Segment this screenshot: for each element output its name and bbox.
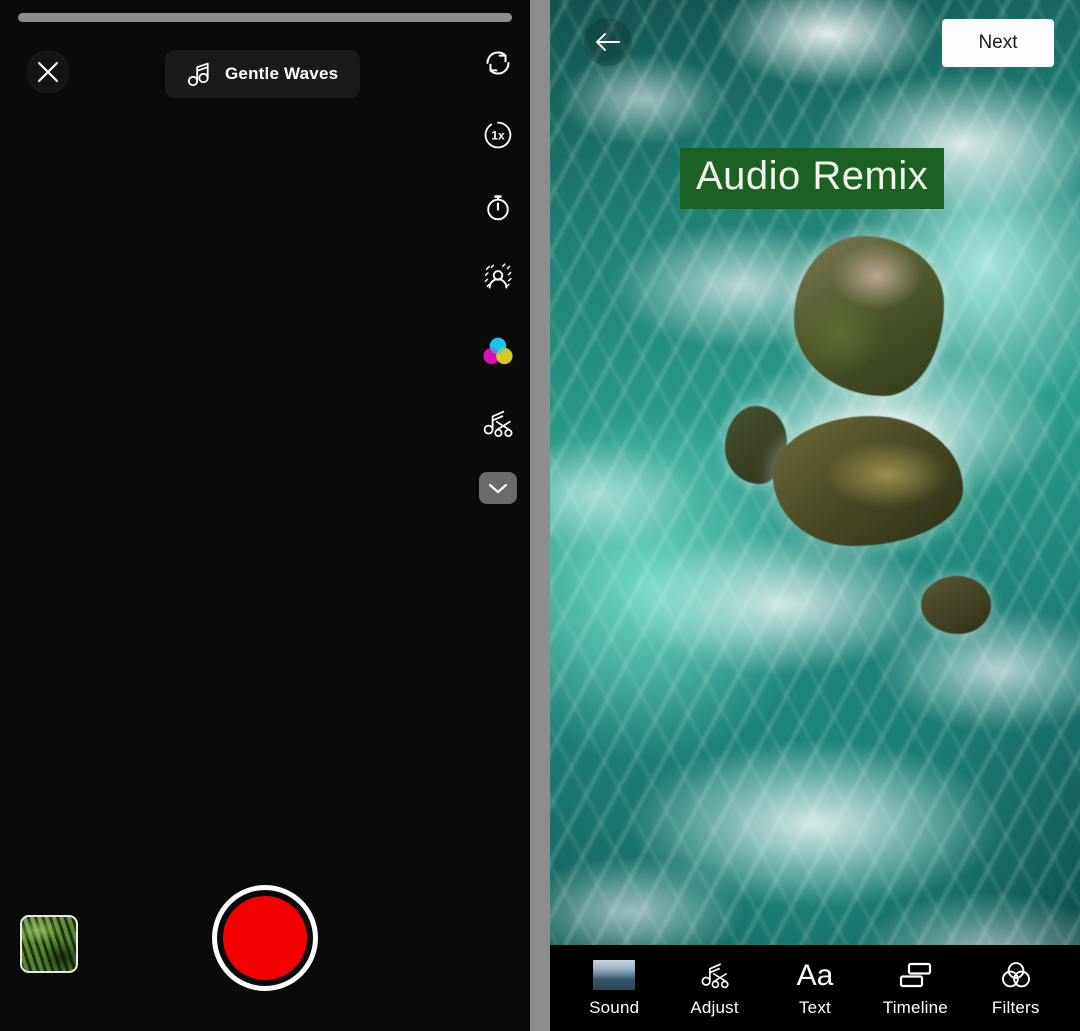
- timer-button[interactable]: [475, 184, 521, 230]
- sound-thumbnail-icon: [593, 958, 636, 992]
- collapse-tools-button[interactable]: [479, 472, 517, 504]
- text-aa-icon: Aa: [792, 958, 838, 992]
- color-filters-button[interactable]: [475, 328, 521, 374]
- panel-divider: [530, 0, 550, 1031]
- tab-filters[interactable]: Filters: [968, 958, 1064, 1018]
- back-button[interactable]: [584, 18, 632, 66]
- camera-recorder-panel: Gentle Waves 1x: [0, 0, 530, 1031]
- tab-sound[interactable]: Sound: [566, 958, 662, 1018]
- tab-sound-label: Sound: [589, 998, 640, 1017]
- record-button-inner: [223, 896, 307, 980]
- record-button[interactable]: [212, 885, 318, 991]
- beautify-icon: [481, 262, 515, 296]
- close-icon: [33, 57, 63, 87]
- color-filters-icon: [481, 335, 515, 367]
- flip-camera-icon: [481, 46, 515, 80]
- close-button[interactable]: [26, 50, 70, 94]
- tab-timeline[interactable]: Timeline: [867, 958, 963, 1018]
- music-note-icon: [187, 61, 211, 87]
- camera-tool-rail: 1x: [466, 40, 530, 504]
- music-track-pill[interactable]: Gentle Waves: [165, 50, 361, 98]
- beautify-button[interactable]: [475, 256, 521, 302]
- tab-timeline-label: Timeline: [882, 998, 948, 1017]
- svg-text:Aa: Aa: [797, 959, 834, 991]
- speed-button[interactable]: 1x: [475, 112, 521, 158]
- speed-icon: 1x: [481, 118, 515, 152]
- tab-text[interactable]: Aa Text: [767, 958, 863, 1018]
- flip-camera-button[interactable]: [475, 40, 521, 86]
- svg-text:1x: 1x: [491, 129, 505, 143]
- chevron-down-icon: [487, 481, 509, 495]
- arrow-left-icon: [592, 29, 624, 55]
- tab-adjust-label: Adjust: [690, 998, 739, 1017]
- app-root: Gentle Waves 1x Next Audio Remix Sound A…: [0, 0, 1080, 1031]
- video-editor-panel: Next Audio Remix Sound Adjust Aa Text Ti…: [550, 0, 1080, 1031]
- music-track-title: Gentle Waves: [225, 64, 339, 83]
- audio-trim-icon: [481, 406, 515, 440]
- filters-circles-icon: [999, 958, 1033, 992]
- video-frame-rock: [921, 576, 991, 635]
- tab-filters-label: Filters: [991, 998, 1040, 1017]
- timer-icon: [481, 190, 515, 224]
- video-preview[interactable]: Next Audio Remix: [550, 0, 1080, 945]
- gallery-thumbnail-button[interactable]: [20, 915, 78, 973]
- recording-progress-bar[interactable]: [18, 13, 512, 22]
- trim-audio-button[interactable]: [475, 400, 521, 446]
- timeline-bars-icon: [897, 958, 933, 992]
- next-button[interactable]: Next: [942, 19, 1054, 67]
- editor-bottom-toolbar: Sound Adjust Aa Text Timeline Filters: [550, 945, 1080, 1031]
- tab-text-label: Text: [798, 998, 831, 1017]
- audio-trim-icon: [698, 958, 732, 992]
- tab-adjust[interactable]: Adjust: [667, 958, 763, 1018]
- video-text-overlay[interactable]: Audio Remix: [680, 148, 945, 209]
- video-frame-rock: [772, 415, 963, 546]
